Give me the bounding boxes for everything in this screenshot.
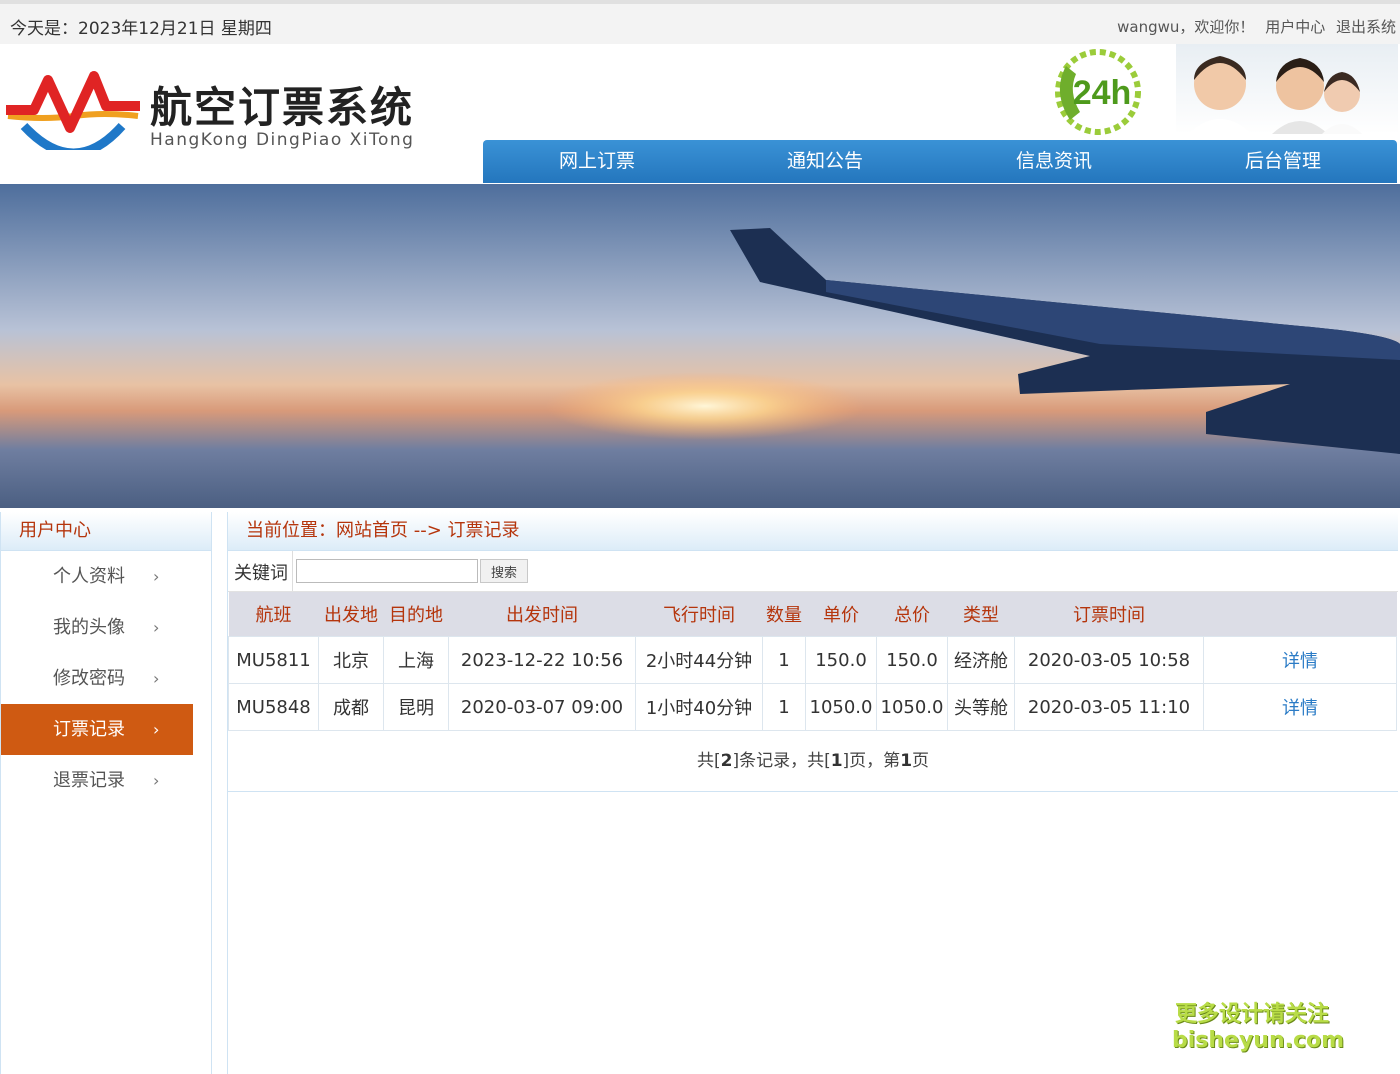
customer-service-photo	[1176, 44, 1398, 134]
banner-image	[0, 184, 1400, 508]
chevron-right-icon: ›	[153, 618, 160, 637]
chevron-right-icon: ›	[153, 669, 160, 688]
cell-flight-duration: 2小时44分钟	[635, 636, 763, 684]
detail-link[interactable]: 详情	[1203, 683, 1397, 731]
welcome-text: wangwu，欢迎你！	[1117, 18, 1255, 36]
pager-text: 共[	[696, 751, 721, 771]
column-header: 飞行时间	[635, 592, 763, 637]
cell-total-price: 150.0	[876, 636, 948, 684]
sidebar-item-profile[interactable]: 个人资料 ›	[1, 551, 193, 602]
table-header-row: 航班 出发地 目的地 出发时间 飞行时间 数量 单价 总价 类型 订票时间	[228, 592, 1397, 637]
cell-destination: 上海	[383, 636, 449, 684]
sidebar-item-label: 退票记录	[53, 770, 125, 791]
agents-illustration	[1188, 56, 1362, 134]
search-label: 关键词	[234, 563, 288, 584]
sidebar-title: 用户中心	[1, 512, 211, 551]
main-nav: 网上订票 通知公告 信息资讯 后台管理	[483, 140, 1397, 183]
sidebar-item-refund-records[interactable]: 退票记录 ›	[1, 755, 193, 806]
main-content: 当前位置：网站首页 --> 订票记录 关键词 搜索 航班 出发地 目的地 出发时…	[227, 512, 1398, 1074]
column-header: 数量	[762, 592, 806, 637]
svg-text:24h: 24h	[1073, 74, 1132, 112]
sidebar-item-change-password[interactable]: 修改密码 ›	[1, 653, 193, 704]
watermark: 更多设计请关注 bisheyun.com	[1172, 996, 1345, 1053]
search-divider	[292, 551, 293, 591]
breadcrumb: 当前位置：网站首页 --> 订票记录	[228, 512, 1398, 551]
search-bar: 关键词 搜索	[228, 551, 1398, 592]
cell-quantity: 1	[762, 636, 806, 684]
chevron-right-icon: ›	[153, 720, 160, 739]
nav-news[interactable]: 信息资讯	[940, 140, 1168, 183]
column-header: 出发地	[318, 592, 384, 637]
logout-link[interactable]: 退出系统	[1336, 18, 1396, 36]
cell-class: 头等舱	[947, 683, 1015, 731]
pager-text: ]页，第	[842, 751, 901, 771]
column-header: 目的地	[383, 592, 449, 637]
sidebar-item-label: 订票记录	[53, 719, 125, 740]
24h-service-icon: 24h	[1055, 49, 1141, 135]
column-header: 出发时间	[448, 592, 636, 637]
watermark-line-1: 更多设计请关注	[1174, 1002, 1329, 1027]
sidebar-item-label: 修改密码	[53, 668, 125, 689]
cell-destination: 昆明	[383, 683, 449, 731]
cell-departure-time: 2023-12-22 10:56	[448, 636, 636, 684]
detail-link[interactable]: 详情	[1203, 636, 1397, 684]
cell-unit-price: 150.0	[805, 636, 877, 684]
chevron-right-icon: ›	[153, 567, 160, 586]
pager-total-records: 2	[720, 751, 733, 771]
cell-unit-price: 1050.0	[805, 683, 877, 731]
user-center-link[interactable]: 用户中心	[1265, 18, 1325, 36]
cell-quantity: 1	[762, 683, 806, 731]
cell-flight-duration: 1小时40分钟	[635, 683, 763, 731]
table-row: MU5811 北京 上海 2023-12-22 10:56 2小时44分钟 1 …	[228, 636, 1397, 684]
cell-flight: MU5811	[228, 636, 319, 684]
pager-text: 页	[912, 751, 930, 771]
cell-origin: 成都	[318, 683, 384, 731]
table-row: MU5848 成都 昆明 2020-03-07 09:00 1小时40分钟 1 …	[228, 683, 1397, 731]
pagination-info: 共[2]条记录，共[1]页，第1页	[228, 731, 1398, 792]
airplane-wing-sunset-image	[0, 184, 1400, 508]
booking-records-table: 航班 出发地 目的地 出发时间 飞行时间 数量 单价 总价 类型 订票时间 MU…	[228, 592, 1397, 731]
pager-total-pages: 1	[830, 751, 843, 771]
top-bar-right: wangwu，欢迎你！ 用户中心 退出系统	[1107, 16, 1396, 37]
column-header: 订票时间	[1014, 592, 1204, 637]
sidebar-item-avatar[interactable]: 我的头像 ›	[1, 602, 193, 653]
cell-booking-time: 2020-03-05 11:10	[1014, 683, 1204, 731]
sidebar-item-label: 我的头像	[53, 617, 125, 638]
column-header: 类型	[947, 592, 1015, 637]
site-subtitle: HangKong DingPiao XiTong	[150, 130, 415, 150]
cell-class: 经济舱	[947, 636, 1015, 684]
cell-origin: 北京	[318, 636, 384, 684]
cell-departure-time: 2020-03-07 09:00	[448, 683, 636, 731]
sidebar-item-label: 个人资料	[53, 566, 125, 587]
pager-text: ]条记录，共[	[732, 751, 831, 771]
top-bar: 今天是：2023年12月21日 星期四 wangwu，欢迎你！ 用户中心 退出系…	[0, 0, 1400, 44]
nav-announcements[interactable]: 通知公告	[711, 140, 939, 183]
column-header: 航班	[228, 592, 319, 637]
chevron-right-icon: ›	[153, 771, 160, 790]
current-date: 今天是：2023年12月21日 星期四	[10, 19, 272, 39]
search-button[interactable]: 搜索	[480, 559, 528, 583]
search-input[interactable]	[296, 559, 478, 583]
column-header: 单价	[805, 592, 877, 637]
user-center-sidebar: 用户中心 个人资料 › 我的头像 › 修改密码 › 订票记录 › 退票记录 ›	[0, 512, 212, 1074]
nav-admin[interactable]: 后台管理	[1169, 140, 1397, 183]
cell-booking-time: 2020-03-05 10:58	[1014, 636, 1204, 684]
site-header: 航空订票系统 HangKong DingPiao XiTong 24h 网上订票…	[0, 44, 1400, 184]
watermark-line-2: bisheyun.com	[1172, 1028, 1345, 1053]
column-header: 总价	[876, 592, 948, 637]
cell-flight: MU5848	[228, 683, 319, 731]
sidebar-item-booking-records[interactable]: 订票记录 ›	[1, 704, 193, 755]
site-title: 航空订票系统	[150, 83, 415, 132]
logo-icon	[6, 71, 140, 150]
pager-current-page: 1	[900, 751, 913, 771]
cell-total-price: 1050.0	[876, 683, 948, 731]
nav-online-booking[interactable]: 网上订票	[483, 140, 711, 183]
column-header	[1203, 592, 1397, 637]
